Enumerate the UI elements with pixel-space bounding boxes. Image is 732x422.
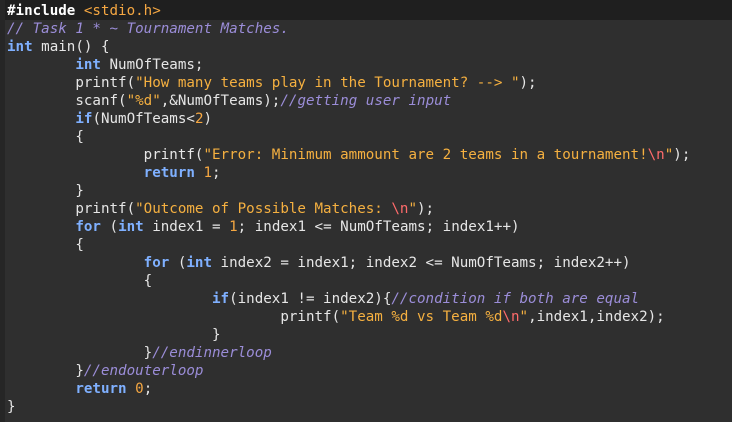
code-line[interactable]: { — [7, 236, 84, 254]
code-token: { — [7, 273, 153, 289]
code-line[interactable]: printf("Error: Minimum ammount are 2 tea… — [7, 146, 691, 164]
code-token: \n — [502, 309, 520, 325]
code-line[interactable]: int NumOfTeams; — [7, 56, 203, 74]
code-token: int — [118, 219, 144, 235]
code-token: ); — [519, 75, 537, 91]
code-line[interactable]: printf("Outcome of Possible Matches: \n"… — [7, 200, 434, 218]
code-token: for — [75, 219, 101, 235]
code-token: //endinnerloop — [152, 345, 272, 361]
code-token: 1 — [229, 219, 238, 235]
code-token: 0 — [135, 381, 144, 397]
code-line[interactable]: printf("How many teams play in the Tourn… — [7, 74, 537, 92]
code-token: int — [7, 39, 33, 55]
code-token: (NumOfTeams< — [92, 111, 195, 127]
code-token: //getting user input — [280, 93, 452, 109]
code-token: ,index1,index2); — [528, 309, 665, 325]
code-line[interactable]: }//endouterloop — [7, 362, 203, 380]
code-line[interactable]: for (int index2 = index1; index2 <= NumO… — [7, 254, 631, 272]
code-token: index1 = — [143, 219, 230, 235]
code-line[interactable]: } — [7, 182, 84, 200]
code-token: ; — [212, 165, 221, 181]
code-token: NumOfTeams; — [100, 57, 204, 73]
code-token: if — [212, 291, 230, 307]
code-line[interactable]: { — [7, 128, 84, 146]
code-line[interactable]: if(index1 != index2){//condition if both… — [7, 290, 639, 308]
code-line[interactable]: { — [7, 272, 153, 290]
code-token: //endouterloop — [83, 363, 204, 379]
code-token: if — [75, 111, 93, 127]
code-token: \n — [391, 201, 409, 217]
code-token: // Task 1 * ~ Tournament Matches. — [7, 21, 289, 37]
code-token: " — [664, 147, 674, 163]
code-line[interactable]: scanf("%d",&NumOfTeams);//getting user i… — [7, 92, 451, 110]
code-token: printf( — [7, 147, 204, 163]
code-token: printf( — [7, 75, 136, 91]
code-token: "Team %d vs Team %d — [340, 309, 503, 325]
code-token: } — [7, 363, 84, 379]
code-line[interactable]: #include <stdio.h> — [7, 2, 161, 20]
code-line[interactable]: } — [7, 326, 221, 344]
code-token: ); — [417, 201, 435, 217]
code-line[interactable]: printf("Team %d vs Team %d\n",index1,ind… — [7, 308, 665, 326]
code-token: return — [143, 165, 195, 181]
code-token: index2 = index1; index2 <= NumOfTeams; i… — [212, 255, 631, 271]
code-token: int — [75, 57, 101, 73]
code-token: "How many teams play in the Tournament? … — [135, 75, 520, 91]
code-token: "%d" — [126, 93, 161, 109]
code-token: { — [7, 129, 84, 145]
code-token: #include — [7, 3, 84, 19]
code-token: ; index1 <= NumOfTeams; index1++) — [237, 219, 520, 235]
code-token: ( — [169, 255, 187, 271]
code-token: return — [75, 381, 127, 397]
code-token: 1 — [203, 165, 213, 181]
code-token: } — [7, 183, 84, 199]
code-token: "Error: Minimum ammount are 2 teams in a… — [203, 147, 648, 163]
code-line[interactable]: if(NumOfTeams<2) — [7, 110, 212, 128]
code-line[interactable]: }//endinnerloop — [7, 344, 272, 362]
code-token: <stdio.h> — [83, 3, 161, 19]
code-token: //condition if both are equal — [391, 291, 640, 307]
code-token: scanf( — [7, 93, 127, 109]
code-line[interactable]: // Task 1 * ~ Tournament Matches. — [7, 20, 289, 38]
code-token: ( — [100, 219, 119, 235]
code-token: printf( — [7, 201, 136, 217]
code-token: } — [7, 399, 16, 415]
code-token: \n — [647, 147, 665, 163]
editor-gutter — [0, 0, 5, 422]
code-line[interactable]: } — [7, 398, 16, 416]
code-token: main() { — [32, 39, 110, 55]
code-line[interactable]: return 0; — [7, 380, 152, 398]
code-line[interactable]: return 1; — [7, 164, 221, 182]
code-editor[interactable]: #include <stdio.h>// Task 1 * ~ Tourname… — [0, 0, 732, 422]
code-token: { — [7, 237, 84, 253]
code-token: int — [186, 255, 213, 271]
code-token: " — [408, 201, 418, 217]
code-line[interactable]: int main() { — [7, 38, 110, 56]
code-token: ) — [203, 111, 213, 127]
code-token: (index1 != index2){ — [229, 291, 392, 307]
code-token: ; — [143, 381, 153, 397]
code-token: } — [7, 345, 153, 361]
code-token: ); — [673, 147, 691, 163]
code-token: for — [143, 255, 170, 271]
code-token: printf( — [7, 309, 341, 325]
code-token: " — [519, 309, 529, 325]
code-token: ,&NumOfTeams); — [160, 93, 281, 109]
code-token: } — [7, 327, 221, 343]
code-line[interactable]: for (int index1 = 1; index1 <= NumOfTeam… — [7, 218, 520, 236]
code-token: "Outcome of Possible Matches: — [135, 201, 392, 217]
